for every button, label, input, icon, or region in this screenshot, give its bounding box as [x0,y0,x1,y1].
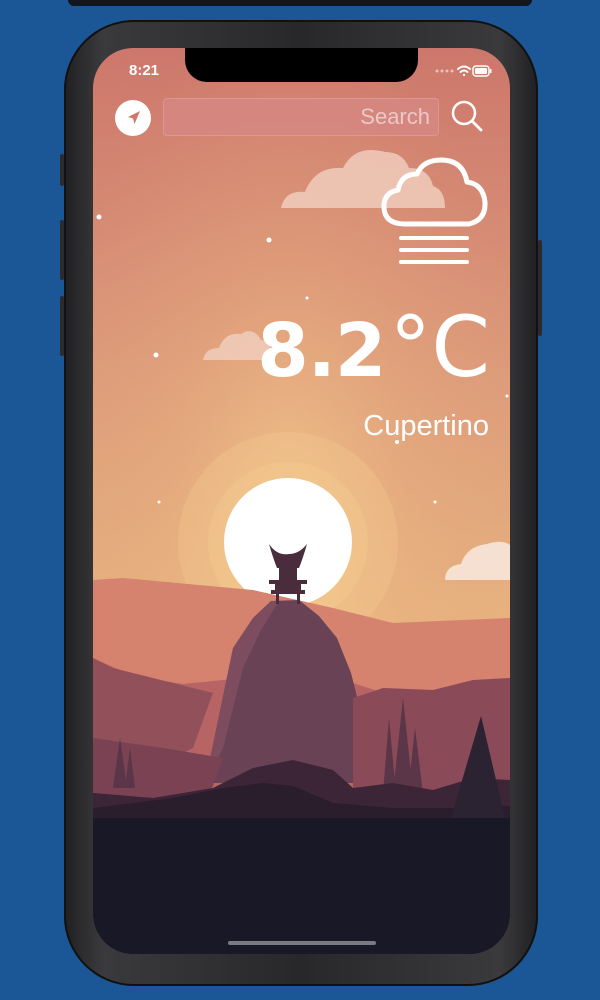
fog-cloud-icon [375,152,491,271]
volume-up-button [60,220,64,280]
status-icons [434,64,492,83]
temperature-unit: °C [389,298,490,396]
search-input[interactable] [163,98,439,136]
location-button[interactable] [115,100,151,136]
wifi-icon [457,65,471,77]
camera-notch [185,48,418,82]
cellular-signal-icon [435,69,454,73]
volume-down-button [60,296,64,356]
battery-icon [472,65,492,77]
power-button [538,240,542,336]
phone-screen: 8:21 Search 8.2°C Cupertino [93,48,510,954]
search-button[interactable] [449,98,489,143]
background-device-edge [68,0,532,6]
home-indicator[interactable] [228,941,376,945]
location-arrow-icon [128,111,140,124]
temperature-display: 8.2°C [257,298,490,396]
status-time: 8:21 [129,62,160,79]
magnifier-icon [451,100,483,132]
city-name: Cupertino [363,410,489,442]
mute-switch [60,154,64,186]
temperature-value: 8.2 [257,308,386,394]
